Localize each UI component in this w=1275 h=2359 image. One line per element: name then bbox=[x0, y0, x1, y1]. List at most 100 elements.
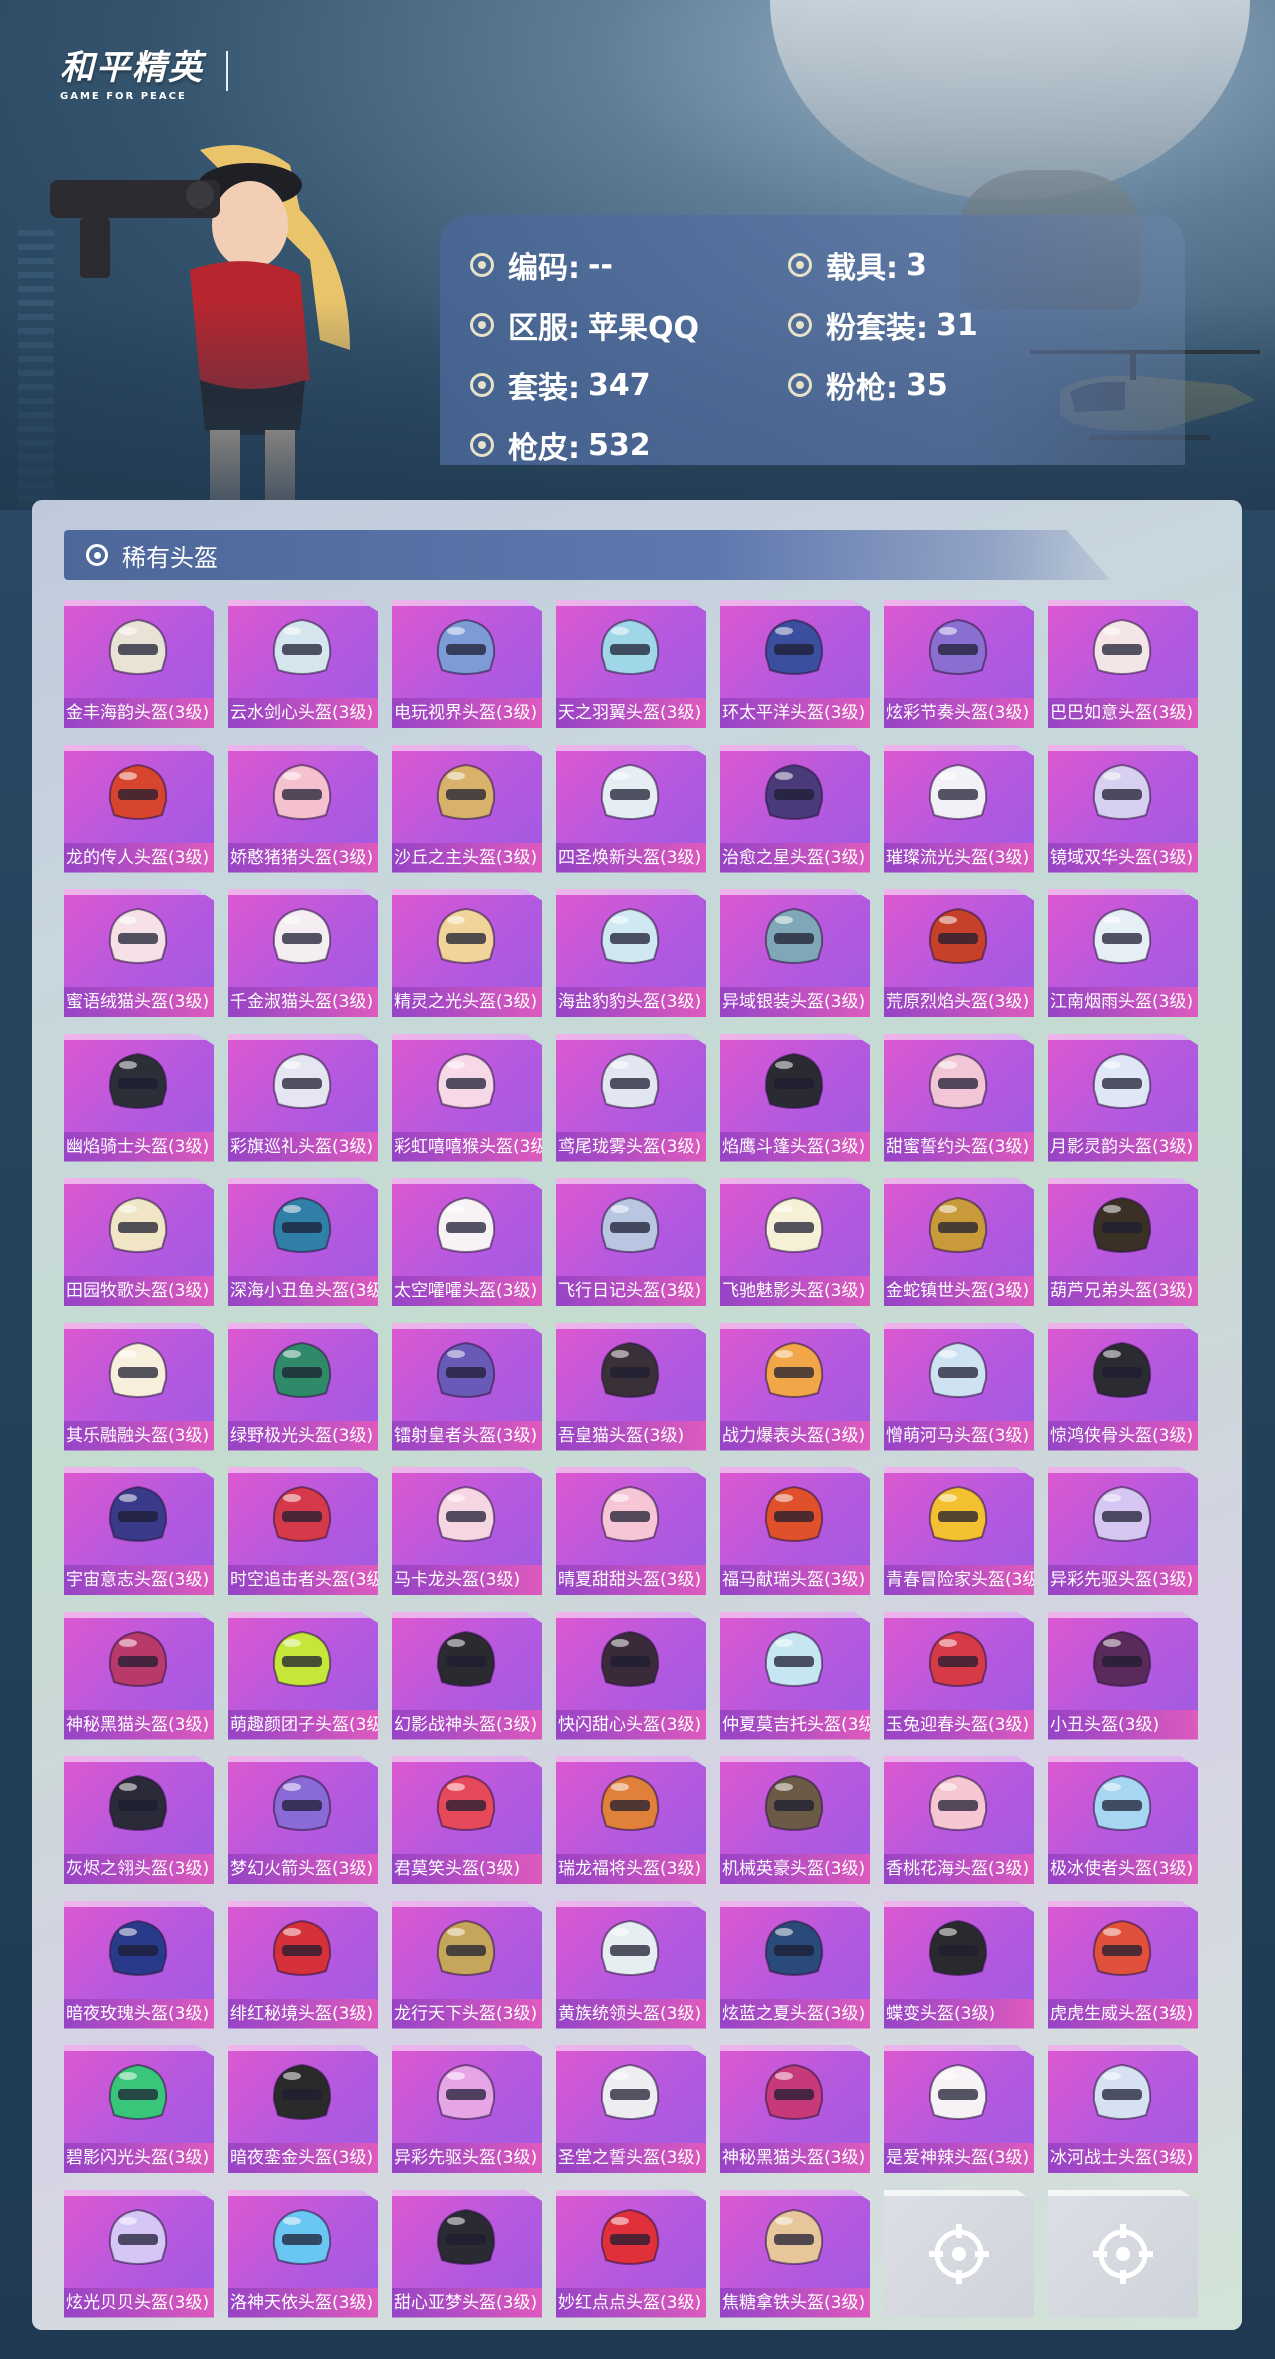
helmet-card[interactable]: 炫光贝贝头盔(3级) bbox=[64, 2189, 214, 2318]
helmet-card[interactable]: 君莫笑头盔(3级) bbox=[392, 1756, 542, 1884]
info-pink-guns: 粉枪: 35 bbox=[788, 363, 948, 407]
helmet-card[interactable]: 幽焰骑士头盔(3级) bbox=[64, 1033, 214, 1162]
helmet-icon bbox=[600, 1196, 660, 1253]
helmet-name: 碧影闪光头盔(3级) bbox=[64, 2143, 214, 2173]
helmet-card[interactable]: 彩虹嘻嘻猴头盔(3级) bbox=[392, 1033, 542, 1162]
helmet-card[interactable]: 龙的传人头盔(3级) bbox=[64, 744, 214, 873]
helmet-card[interactable]: 冰河战士头盔(3级) bbox=[1048, 2045, 1198, 2173]
helmet-card[interactable]: 是爱神辣头盔(3级) bbox=[884, 2045, 1034, 2173]
helmet-grid: 金丰海韵头盔(3级) 云水剑心头盔(3级) 电玩视界头盔(3级) 天之羽翼头盔(3级)… bbox=[64, 600, 1214, 2320]
helmet-card[interactable]: 甜心亚梦头盔(3级) bbox=[392, 2189, 542, 2318]
helmet-card[interactable]: 治愈之星头盔(3级) bbox=[720, 744, 870, 873]
helmet-card[interactable]: 马卡龙头盔(3级) bbox=[392, 1467, 542, 1595]
helmet-card[interactable]: 异域银装头盔(3级) bbox=[720, 889, 870, 1017]
helmet-card[interactable]: 千金淑猫头盔(3级) bbox=[228, 889, 378, 1017]
helmet-card[interactable]: 暗夜銮金头盔(3级) bbox=[228, 2045, 378, 2173]
helmet-icon bbox=[1092, 1196, 1152, 1253]
helmet-card[interactable]: 蝶变头盔(3级) bbox=[884, 1900, 1034, 2029]
helmet-card[interactable]: 江南烟雨头盔(3级) bbox=[1048, 889, 1198, 1017]
helmet-card[interactable]: 虎虎生威头盔(3级) bbox=[1048, 1900, 1198, 2029]
helmet-card[interactable]: 飞驰魅影头盔(3级) bbox=[720, 1178, 870, 1306]
helmet-icon bbox=[272, 618, 332, 675]
helmet-card[interactable]: 荒原烈焰头盔(3级) bbox=[884, 889, 1034, 1017]
helmet-card[interactable]: 吾皇猫头盔(3级) bbox=[556, 1322, 706, 1451]
helmet-card[interactable]: 香桃花海头盔(3级) bbox=[884, 1756, 1034, 1884]
rare-helmet-panel: 稀有头盔 金丰海韵头盔(3级) 云水剑心头盔(3级) 电玩视界头盔(3级) 天之羽翼头… bbox=[32, 500, 1242, 2330]
helmet-card[interactable]: 龙行天下头盔(3级) bbox=[392, 1900, 542, 2029]
helmet-card[interactable]: 晴夏甜甜头盔(3级) bbox=[556, 1467, 706, 1595]
helmet-card[interactable]: 福马献瑞头盔(3级) bbox=[720, 1467, 870, 1595]
helmet-card[interactable]: 环太平洋头盔(3级) bbox=[720, 600, 870, 728]
helmet-card[interactable]: 神秘黑猫头盔(3级) bbox=[720, 2045, 870, 2173]
helmet-card[interactable]: 幻影战神头盔(3级) bbox=[392, 1611, 542, 1740]
target-dot-icon bbox=[470, 253, 494, 277]
helmet-card[interactable]: 焰鹰斗篷头盔(3级) bbox=[720, 1033, 870, 1162]
helmet-card[interactable]: 炫彩节奏头盔(3级) bbox=[884, 600, 1034, 728]
helmet-card[interactable]: 其乐融融头盔(3级) bbox=[64, 1322, 214, 1451]
helmet-card[interactable]: 金蛇镇世头盔(3级) bbox=[884, 1178, 1034, 1306]
helmet-card[interactable]: 惊鸿侠骨头盔(3级) bbox=[1048, 1322, 1198, 1451]
helmet-card[interactable]: 田园牧歌头盔(3级) bbox=[64, 1178, 214, 1306]
helmet-card[interactable]: 碧影闪光头盔(3级) bbox=[64, 2045, 214, 2173]
helmet-card[interactable]: 彩旗巡礼头盔(3级) bbox=[228, 1033, 378, 1162]
helmet-icon bbox=[1092, 618, 1152, 675]
helmet-card[interactable]: 机械英豪头盔(3级) bbox=[720, 1756, 870, 1884]
helmet-card[interactable]: 快闪甜心头盔(3级) bbox=[556, 1611, 706, 1740]
helmet-card[interactable]: 梦幻火箭头盔(3级) bbox=[228, 1756, 378, 1884]
helmet-name: 惊鸿侠骨头盔(3级) bbox=[1048, 1420, 1198, 1451]
helmet-card[interactable]: 云水剑心头盔(3级) bbox=[228, 600, 378, 728]
helmet-card[interactable]: 宇宙意志头盔(3级) bbox=[64, 1467, 214, 1595]
helmet-icon bbox=[108, 618, 168, 675]
helmet-card[interactable]: 深海小丑鱼头盔(3级) bbox=[228, 1178, 378, 1306]
helmet-card[interactable]: 葫芦兄弟头盔(3级) bbox=[1048, 1178, 1198, 1306]
helmet-card[interactable]: 极冰使者头盔(3级) bbox=[1048, 1756, 1198, 1884]
helmet-card[interactable]: 精灵之光头盔(3级) bbox=[392, 889, 542, 1017]
helmet-card[interactable]: 瑞龙福将头盔(3级) bbox=[556, 1756, 706, 1884]
helmet-card[interactable]: 小丑头盔(3级) bbox=[1048, 1611, 1198, 1740]
crosshair-icon bbox=[1093, 2223, 1153, 2284]
helmet-card[interactable]: 电玩视界头盔(3级) bbox=[392, 600, 542, 728]
helmet-card[interactable]: 妙红点点头盔(3级) bbox=[556, 2189, 706, 2318]
helmet-card[interactable]: 月影灵韵头盔(3级) bbox=[1048, 1033, 1198, 1162]
helmet-icon bbox=[764, 1919, 824, 1976]
helmet-card[interactable]: 四圣焕新头盔(3级) bbox=[556, 744, 706, 873]
helmet-card[interactable]: 憎萌河马头盔(3级) bbox=[884, 1322, 1034, 1451]
helmet-card[interactable]: 沙丘之主头盔(3级) bbox=[392, 744, 542, 873]
helmet-card[interactable]: 暗夜玫瑰头盔(3级) bbox=[64, 1900, 214, 2029]
helmet-card[interactable]: 玉兔迎春头盔(3级) bbox=[884, 1611, 1034, 1740]
helmet-name: 江南烟雨头盔(3级) bbox=[1048, 987, 1198, 1017]
helmet-card[interactable]: 天之羽翼头盔(3级) bbox=[556, 600, 706, 728]
helmet-card[interactable]: 飞行日记头盔(3级) bbox=[556, 1178, 706, 1306]
helmet-card[interactable]: 绯红秘境头盔(3级) bbox=[228, 1900, 378, 2029]
helmet-card[interactable]: 巴巴如意头盔(3级) bbox=[1048, 600, 1198, 728]
helmet-card[interactable]: 仲夏莫吉托头盔(3级) bbox=[720, 1611, 870, 1740]
helmet-card[interactable]: 圣堂之誓头盔(3级) bbox=[556, 2045, 706, 2173]
helmet-card[interactable]: 绿野极光头盔(3级) bbox=[228, 1322, 378, 1451]
helmet-card[interactable]: 璀璨流光头盔(3级) bbox=[884, 744, 1034, 873]
helmet-card[interactable]: 时空追击者头盔(3级) bbox=[228, 1467, 378, 1595]
helmet-name: 晴夏甜甜头盔(3级) bbox=[556, 1565, 706, 1595]
helmet-card[interactable]: 甜蜜誓约头盔(3级) bbox=[884, 1033, 1034, 1162]
helmet-card[interactable]: 海盐豹豹头盔(3级) bbox=[556, 889, 706, 1017]
helmet-card[interactable]: 神秘黑猫头盔(3级) bbox=[64, 1611, 214, 1740]
helmet-card[interactable]: 鸢尾珑雾头盔(3级) bbox=[556, 1033, 706, 1162]
helmet-card[interactable]: 黄族统领头盔(3级) bbox=[556, 1900, 706, 2029]
helmet-card[interactable]: 异彩先驱头盔(3级) bbox=[392, 2045, 542, 2173]
helmet-icon bbox=[764, 2063, 824, 2120]
helmet-card[interactable]: 炫蓝之夏头盔(3级) bbox=[720, 1900, 870, 2029]
helmet-card[interactable]: 灰烬之翎头盔(3级) bbox=[64, 1756, 214, 1884]
helmet-card[interactable]: 洛神天依头盔(3级) bbox=[228, 2189, 378, 2318]
helmet-card[interactable]: 异彩先驱头盔(3级) bbox=[1048, 1467, 1198, 1595]
helmet-card[interactable]: 战力爆表头盔(3级) bbox=[720, 1322, 870, 1451]
empty-slot bbox=[1048, 2189, 1198, 2318]
helmet-card[interactable]: 镭射皇者头盔(3级) bbox=[392, 1322, 542, 1451]
helmet-card[interactable]: 镜域双华头盔(3级) bbox=[1048, 744, 1198, 873]
target-dot-icon bbox=[470, 433, 494, 457]
helmet-card[interactable]: 蜜语绒猫头盔(3级) bbox=[64, 889, 214, 1017]
helmet-card[interactable]: 青春冒险家头盔(3级) bbox=[884, 1467, 1034, 1595]
helmet-card[interactable]: 焦糖拿铁头盔(3级) bbox=[720, 2189, 870, 2318]
helmet-card[interactable]: 萌趣颜团子头盔(3级) bbox=[228, 1611, 378, 1740]
helmet-card[interactable]: 娇憨猪猪头盔(3级) bbox=[228, 744, 378, 873]
helmet-card[interactable]: 太空嚯嚯头盔(3级) bbox=[392, 1178, 542, 1306]
helmet-card[interactable]: 金丰海韵头盔(3级) bbox=[64, 600, 214, 728]
